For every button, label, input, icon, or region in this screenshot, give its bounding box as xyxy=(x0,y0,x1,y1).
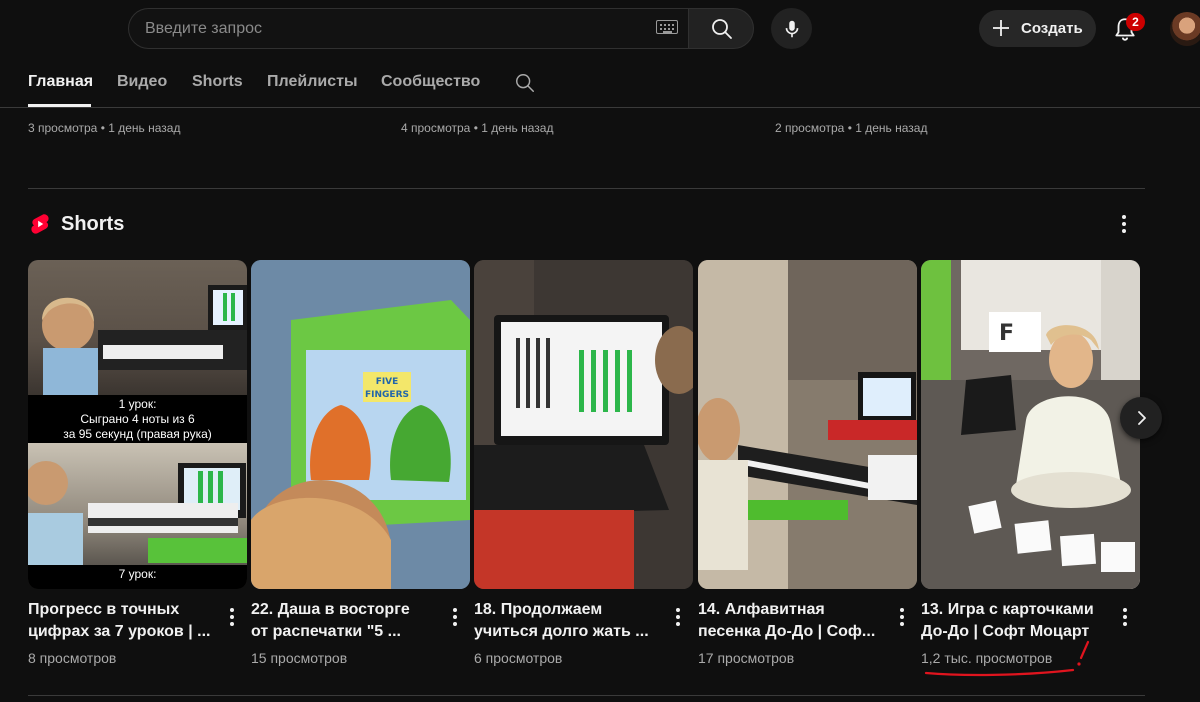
video-meta: 2 просмотра • 1 день назад xyxy=(775,121,928,135)
plus-icon xyxy=(993,20,1009,36)
keyboard-icon[interactable] xyxy=(656,20,678,34)
short-title[interactable]: 18. Продолжаем учиться долго жать ... xyxy=(474,599,666,643)
thumbnail-caption: 7 урок: xyxy=(28,565,247,589)
search-input[interactable] xyxy=(145,9,625,48)
video-meta: 3 просмотра • 1 день назад xyxy=(28,121,181,135)
short-title[interactable]: 14. Алфавитная песенка До-До | Соф... xyxy=(698,599,890,643)
thumbnail-scene xyxy=(474,260,693,589)
short-thumbnail[interactable]: F xyxy=(921,260,1140,589)
short-thumbnail[interactable] xyxy=(474,260,693,589)
short-thumbnail[interactable] xyxy=(698,260,917,589)
annotation-underline xyxy=(924,640,1090,677)
short-card[interactable]: F 13. Игра с карточками До-До | Софт Моц… xyxy=(921,260,1140,680)
thumbnail-image xyxy=(28,260,247,395)
video-meta: 4 просмотра • 1 день назад xyxy=(401,121,554,135)
section-divider xyxy=(28,695,1145,696)
avatar[interactable] xyxy=(1170,12,1200,46)
more-vert-icon[interactable] xyxy=(447,606,463,628)
search-icon xyxy=(712,19,732,39)
notification-badge: 2 xyxy=(1126,13,1145,31)
short-title[interactable]: 22. Даша в восторге от распечатки "5 ... xyxy=(251,599,443,643)
view-count: 17 просмотров xyxy=(698,650,795,666)
short-card[interactable]: 1 урок: Сыграно 4 ноты из 6 за 95 секунд… xyxy=(28,260,247,680)
next-button[interactable] xyxy=(1120,397,1162,439)
voice-search-button[interactable] xyxy=(771,8,812,49)
thumbnail-scene xyxy=(698,260,917,589)
short-card[interactable]: 14. Алфавитная песенка До-До | Соф... 17… xyxy=(698,260,917,680)
tab-videos[interactable]: Видео xyxy=(117,73,167,91)
channel-search-icon[interactable] xyxy=(514,72,536,94)
thumbnail-scene: FIVE FINGERS xyxy=(251,260,470,589)
create-button[interactable]: Создать xyxy=(979,10,1096,47)
short-thumbnail[interactable]: 1 урок: Сыграно 4 ноты из 6 за 95 секунд… xyxy=(28,260,247,589)
more-vert-icon[interactable] xyxy=(1117,606,1133,628)
chevron-right-icon xyxy=(1138,411,1146,425)
create-label: Создать xyxy=(1021,20,1083,37)
thumbnail-text: FIVE xyxy=(376,377,399,387)
tab-home[interactable]: Главная xyxy=(28,73,93,91)
shorts-logo-icon xyxy=(31,214,49,234)
section-divider xyxy=(28,188,1145,189)
microphone-icon xyxy=(785,20,799,38)
channel-tabs: Главная Видео Shorts Плейлисты Сообществ… xyxy=(0,56,1200,108)
section-title: Shorts xyxy=(61,213,125,235)
short-card[interactable]: 18. Продолжаем учиться долго жать ... 6 … xyxy=(474,260,693,680)
thumbnail-scene xyxy=(42,285,247,395)
short-title[interactable]: Прогресс в точных цифрах за 7 уроков | .… xyxy=(28,599,220,643)
search-button[interactable] xyxy=(688,8,754,49)
short-title[interactable]: 13. Игра с карточками До-До | Софт Моцар… xyxy=(921,599,1113,643)
search-box[interactable] xyxy=(128,8,688,49)
view-count: 8 просмотров xyxy=(28,650,117,666)
thumbnail-text: FINGERS xyxy=(365,390,409,400)
short-thumbnail[interactable]: FIVE FINGERS xyxy=(251,260,470,589)
view-count: 15 просмотров xyxy=(251,650,348,666)
more-vert-icon[interactable] xyxy=(894,606,910,628)
active-tab-indicator xyxy=(28,104,91,107)
short-card[interactable]: FIVE FINGERS 22. Даша в восторге от расп… xyxy=(251,260,470,680)
tab-shorts[interactable]: Shorts xyxy=(192,73,243,91)
thumbnail-caption: 1 урок: Сыграно 4 ноты из 6 за 95 секунд… xyxy=(28,395,247,443)
view-count: 6 просмотров xyxy=(474,650,563,666)
more-vert-icon[interactable] xyxy=(1114,212,1134,236)
more-vert-icon[interactable] xyxy=(670,606,686,628)
thumbnail-text: F xyxy=(999,321,1014,346)
tab-community[interactable]: Сообщество xyxy=(381,73,480,91)
more-vert-icon[interactable] xyxy=(224,606,240,628)
thumbnail-scene: F xyxy=(921,260,1140,589)
top-bar: Создать 2 xyxy=(0,0,1200,56)
tab-playlists[interactable]: Плейлисты xyxy=(267,73,358,91)
